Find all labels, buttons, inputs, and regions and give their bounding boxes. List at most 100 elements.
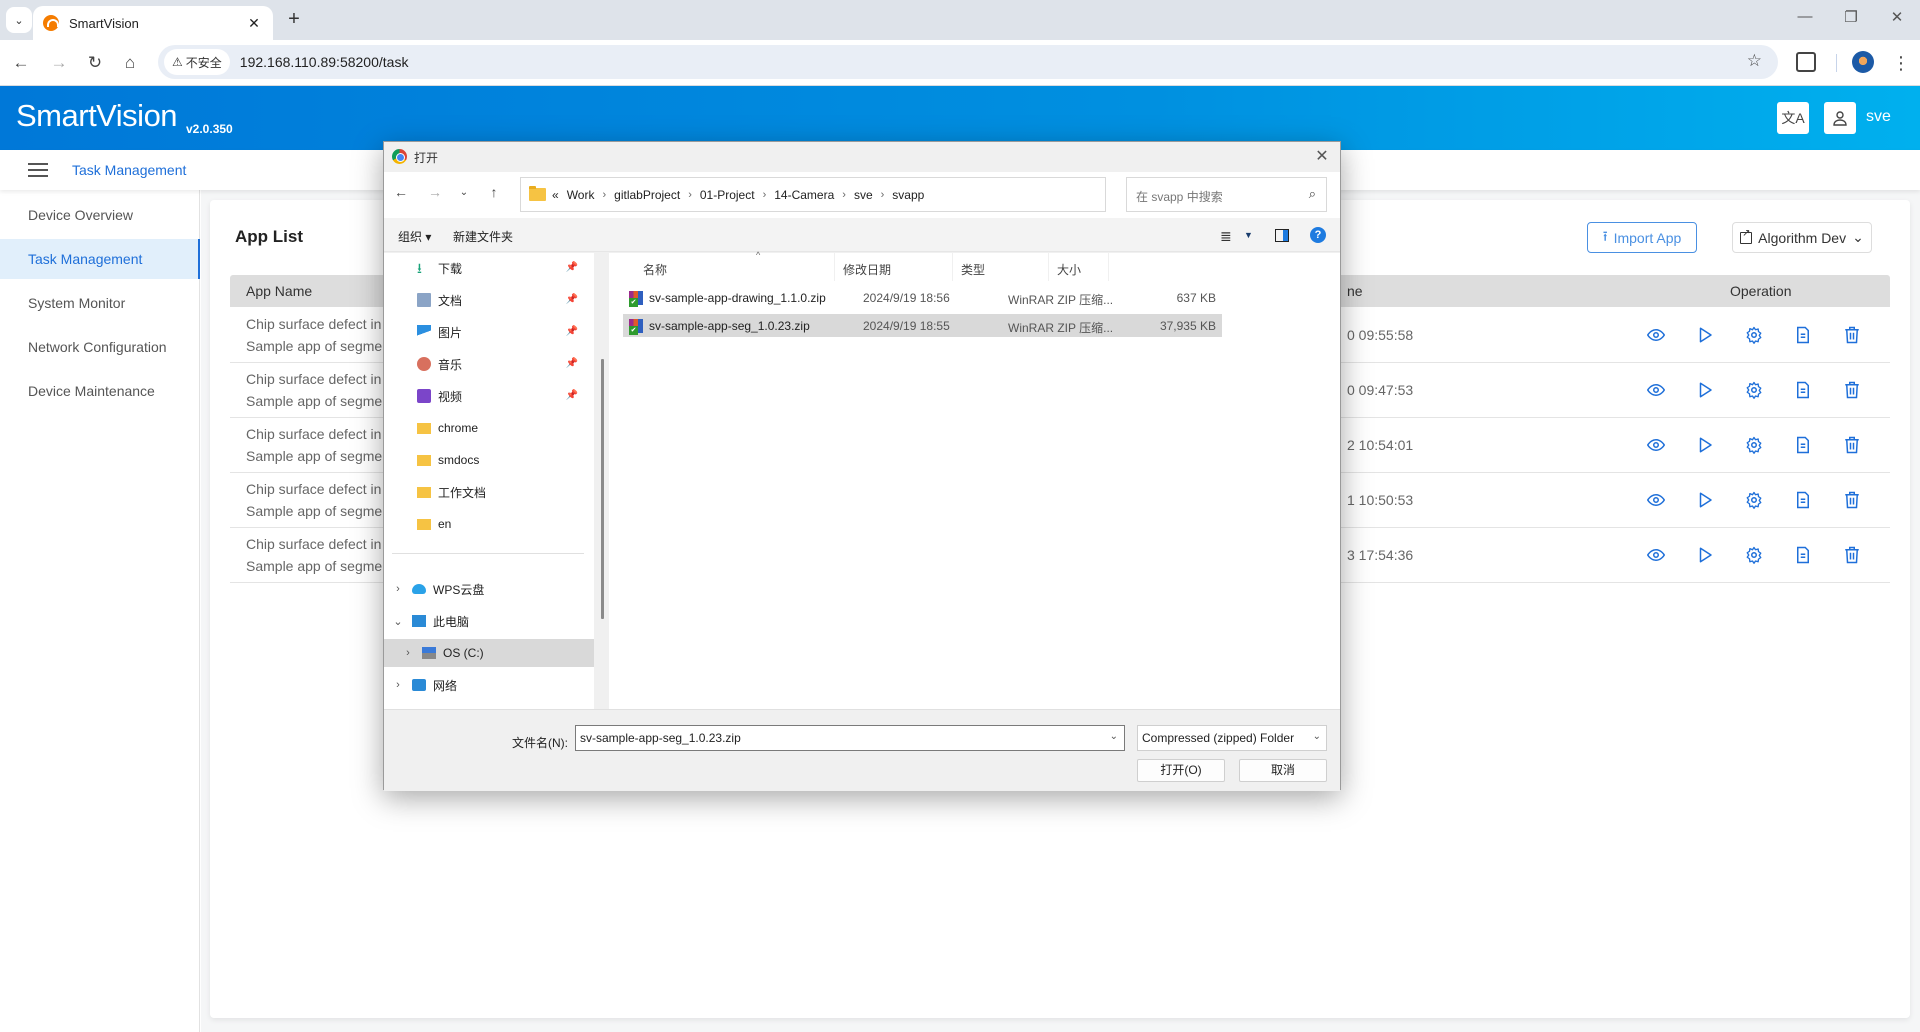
run-button[interactable] (1693, 324, 1716, 346)
nav-item-en[interactable]: en (384, 510, 594, 538)
language-button[interactable]: 文A (1777, 102, 1809, 134)
col-header-size[interactable]: 大小 (1049, 253, 1109, 281)
path-segment[interactable]: sve (854, 188, 873, 202)
nav-scrollbar-thumb[interactable] (601, 359, 604, 619)
run-button[interactable] (1693, 489, 1716, 511)
view-dropdown-icon[interactable]: ▼ (1244, 230, 1253, 240)
path-segment[interactable]: svapp (892, 188, 924, 202)
home-button[interactable]: ⌂ (117, 50, 143, 76)
preview-pane-icon[interactable] (1275, 229, 1289, 242)
nav-item-wps-cloud[interactable]: › WPS云盘 (384, 575, 594, 603)
nav-item-network[interactable]: › 网络 (384, 671, 594, 699)
restore-button[interactable]: ❐ (1836, 8, 1866, 26)
import-app-button[interactable]: ⭱ Import App (1587, 222, 1697, 253)
sidebar-item-device-maintenance[interactable]: Device Maintenance (0, 371, 200, 411)
nav-item-chrome[interactable]: chrome (384, 414, 594, 442)
path-breadcrumb[interactable]: « Work › gitlabProject › 01-Project › 14-Ca… (520, 177, 1231, 212)
new-tab-button[interactable]: + (282, 8, 306, 32)
path-overflow[interactable]: « (552, 188, 559, 202)
user-button[interactable] (1824, 102, 1856, 134)
run-button[interactable] (1693, 544, 1716, 566)
security-chip[interactable]: ⚠ 不安全 (164, 49, 230, 75)
nav-item-smdocs[interactable]: smdocs (384, 446, 594, 474)
dialog-back-button[interactable]: ← (390, 184, 412, 200)
nav-item-music[interactable]: 音乐 📌 (384, 350, 594, 378)
sidebar-item-task-management[interactable]: Task Management (0, 239, 200, 279)
up-folder-button[interactable]: ↑ (483, 184, 505, 200)
log-button[interactable] (1791, 434, 1814, 456)
browser-menu-icon[interactable]: ⋮ (1892, 50, 1910, 76)
delete-button[interactable] (1840, 489, 1863, 511)
nav-item-downloads[interactable]: ⭳ 下载 📌 (384, 254, 594, 282)
path-segment[interactable]: 01-Project (700, 188, 755, 202)
expand-icon[interactable]: › (392, 583, 404, 595)
sidebar-item-network-configuration[interactable]: Network Configuration (0, 327, 200, 367)
dialog-forward-button[interactable]: → (424, 184, 446, 200)
delete-button[interactable] (1840, 434, 1863, 456)
log-button[interactable] (1791, 379, 1814, 401)
log-button[interactable] (1791, 544, 1814, 566)
browser-tab[interactable]: SmartVision ✕ (33, 6, 273, 40)
help-icon[interactable]: ? (1310, 227, 1326, 243)
nav-item-this-pc[interactable]: ⌄ 此电脑 (384, 607, 594, 635)
col-header-date[interactable]: 修改日期 (835, 253, 953, 281)
reload-button[interactable]: ↻ (82, 50, 108, 76)
settings-button[interactable] (1742, 379, 1765, 401)
path-segment[interactable]: gitlabProject (614, 188, 680, 202)
settings-button[interactable] (1742, 324, 1765, 346)
file-row[interactable]: sv-sample-app-drawing_1.1.0.zip 2024/9/1… (623, 286, 1222, 309)
view-button[interactable] (1644, 544, 1667, 566)
collapse-icon[interactable]: ⌄ (392, 615, 404, 628)
col-header-name[interactable]: 名称 (635, 253, 835, 281)
url-text[interactable]: 192.168.110.89:58200/task (240, 54, 409, 70)
expand-icon[interactable]: › (402, 647, 414, 659)
omnibox[interactable]: ⚠ 不安全 192.168.110.89:58200/task ☆ (158, 45, 1778, 79)
settings-button[interactable] (1742, 544, 1765, 566)
path-segment[interactable]: Work (567, 188, 595, 202)
settings-button[interactable] (1742, 489, 1765, 511)
new-folder-button[interactable]: 新建文件夹 (453, 228, 513, 245)
forward-button[interactable]: → (46, 50, 72, 76)
view-button[interactable] (1644, 489, 1667, 511)
sidebar-item-system-monitor[interactable]: System Monitor (0, 283, 200, 323)
delete-button[interactable] (1840, 379, 1863, 401)
view-button[interactable] (1644, 434, 1667, 456)
open-button[interactable]: 打开(O) (1137, 759, 1225, 782)
tab-close-icon[interactable]: ✕ (245, 15, 263, 32)
file-type-select[interactable]: Compressed (zipped) Folder ⌄ (1137, 725, 1327, 751)
nav-item-work-docs[interactable]: 工作文档 (384, 478, 594, 506)
run-button[interactable] (1693, 434, 1716, 456)
filename-input[interactable]: sv-sample-app-seg_1.0.23.zip ⌄ (575, 725, 1125, 751)
tab-search-button[interactable]: ⌄ (6, 7, 32, 33)
view-options-icon[interactable]: ≣ (1220, 228, 1232, 245)
organize-menu[interactable]: 组织 ▾ (398, 228, 431, 245)
run-button[interactable] (1693, 379, 1716, 401)
cancel-button[interactable]: 取消 (1239, 759, 1327, 782)
user-name[interactable]: sve (1866, 108, 1891, 126)
folder-search-input[interactable]: 在 svapp 中搜索 ⌕ (1126, 177, 1327, 212)
log-button[interactable] (1791, 489, 1814, 511)
window-close-button[interactable]: ✕ (1882, 8, 1912, 26)
nav-item-os-c[interactable]: › OS (C:) (384, 639, 594, 667)
nav-item-documents[interactable]: 文档 📌 (384, 286, 594, 314)
log-button[interactable] (1791, 324, 1814, 346)
recent-locations-button[interactable]: ⌄ (453, 187, 475, 198)
extensions-icon[interactable] (1796, 52, 1816, 72)
view-button[interactable] (1644, 324, 1667, 346)
file-row-selected[interactable]: sv-sample-app-seg_1.0.23.zip 2024/9/19 1… (623, 314, 1222, 337)
filename-history-dropdown[interactable]: ⌄ (1110, 731, 1118, 742)
menu-toggle-icon[interactable] (28, 163, 48, 177)
delete-button[interactable] (1840, 324, 1863, 346)
profile-avatar[interactable] (1852, 51, 1874, 73)
delete-button[interactable] (1840, 544, 1863, 566)
view-button[interactable] (1644, 379, 1667, 401)
back-button[interactable]: ← (8, 50, 34, 76)
algorithm-dev-dropdown[interactable]: Algorithm Dev ⌄ (1732, 222, 1872, 253)
path-segment[interactable]: 14-Camera (774, 188, 834, 202)
dialog-close-button[interactable]: ✕ (1310, 145, 1334, 169)
expand-icon[interactable]: › (392, 679, 404, 691)
nav-item-videos[interactable]: 视频 📌 (384, 382, 594, 410)
col-header-type[interactable]: 类型 (953, 253, 1049, 281)
sidebar-item-device-overview[interactable]: Device Overview (0, 195, 200, 235)
settings-button[interactable] (1742, 434, 1765, 456)
